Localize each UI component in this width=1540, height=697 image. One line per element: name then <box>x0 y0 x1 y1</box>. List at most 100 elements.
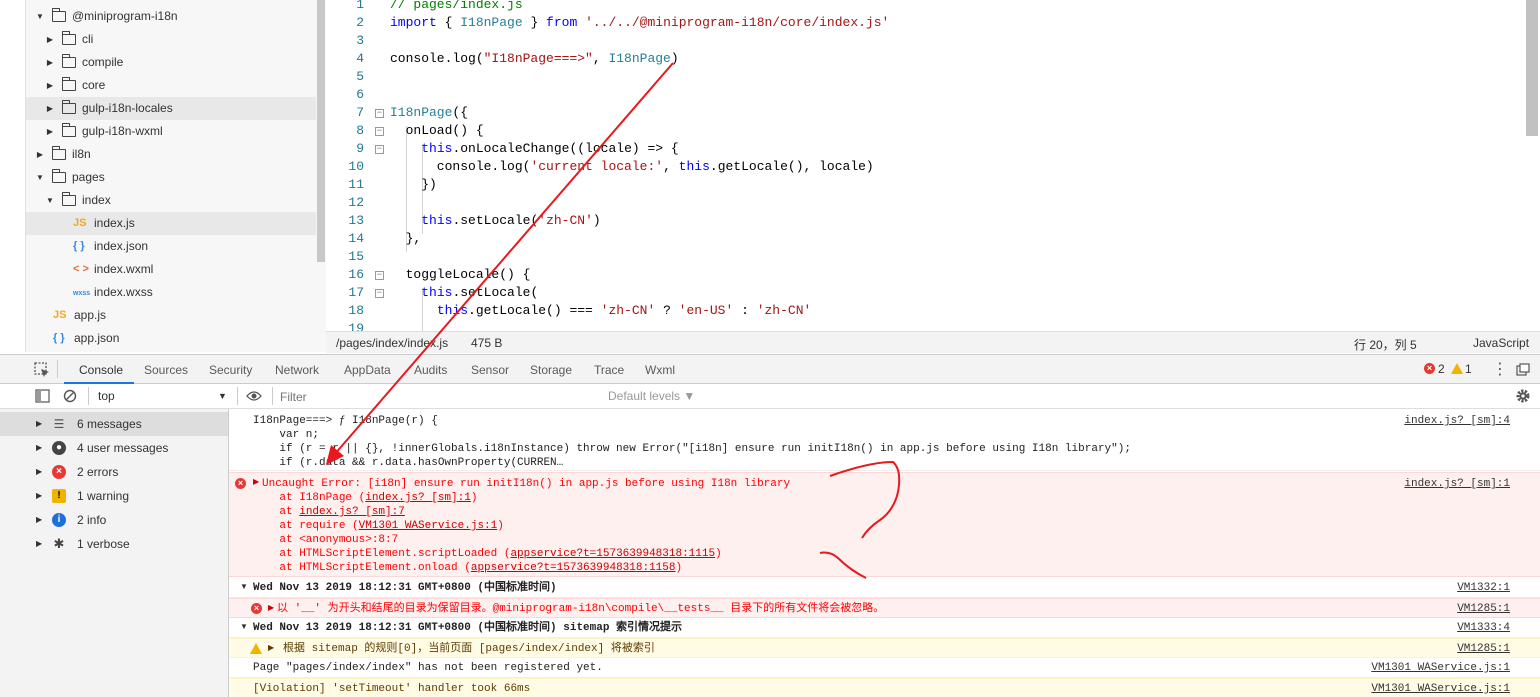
sidebar-filter-bug[interactable]: ▶ ✱ 1 verbose <box>0 532 228 556</box>
expand-arrow-icon[interactable]: ▶ <box>268 643 274 652</box>
chevron-right-icon[interactable]: ▶ <box>45 74 55 97</box>
code-line[interactable]: 10 console.log('current locale:', this.g… <box>326 158 1526 176</box>
sidebar-filter-user[interactable]: ▶ ● 4 user messages <box>0 436 228 460</box>
tree-item-index-json[interactable]: { } index.json <box>26 235 316 258</box>
tree-item-index[interactable]: ▼ index <box>26 189 316 212</box>
sidebar-filter-info[interactable]: ▶ i 2 info <box>0 508 228 532</box>
tab-appdata[interactable]: AppData <box>344 363 391 377</box>
chevron-right-icon[interactable]: ▶ <box>36 436 42 460</box>
tree-item-index-js[interactable]: JS index.js <box>26 212 316 235</box>
code-line[interactable]: 2 import { I18nPage } from '../../@minipr… <box>326 14 1526 32</box>
source-link[interactable]: VM1285:1 <box>1457 602 1510 616</box>
code-line[interactable]: 9 − this.onLocaleChange((locale) => { <box>326 140 1526 158</box>
code-line[interactable]: 4 console.log("I18nPage===>", I18nPage) <box>326 50 1526 68</box>
chevron-right-icon[interactable]: ▶ <box>36 484 42 508</box>
console-violation-entry[interactable]: [Violation] 'setTimeout' handler took 66… <box>229 678 1540 697</box>
tree-item-index-wxss[interactable]: wxss index.wxss <box>26 281 316 304</box>
stack-frame-link[interactable]: appservice?t=1573639948318:1115 <box>510 548 715 560</box>
fold-toggle-icon[interactable]: − <box>375 271 384 280</box>
error-count[interactable]: 2 <box>1438 362 1445 376</box>
tree-item-gulp-i18n-locales[interactable]: ▶ gulp-i18n-locales <box>26 97 316 120</box>
sidebar-toggle-icon[interactable] <box>35 389 50 403</box>
tab-console[interactable]: Console <box>79 363 123 377</box>
chevron-right-icon[interactable]: ▶ <box>36 532 42 556</box>
sidebar-filter-error[interactable]: ▶ × 2 errors <box>0 460 228 484</box>
code-line[interactable]: 15 <box>326 248 1526 266</box>
file-explorer-scrollbar[interactable] <box>317 0 325 262</box>
tree-item-cli[interactable]: ▶ cli <box>26 28 316 51</box>
gear-icon[interactable] <box>1515 388 1531 404</box>
tree-item-app-js[interactable]: JS app.js <box>26 304 316 327</box>
more-options-icon[interactable]: ⋮ <box>1492 359 1508 379</box>
code-line[interactable]: 13 this.setLocale('zh-CN') <box>326 212 1526 230</box>
cursor-position[interactable]: 行 20，列 5 <box>1354 336 1417 353</box>
source-link[interactable]: VM1285:1 <box>1457 642 1510 656</box>
expand-arrow-icon[interactable]: ▶ <box>253 477 259 486</box>
code-line[interactable]: 14 }, <box>326 230 1526 248</box>
source-link[interactable]: index.js? [sm]:4 <box>1404 414 1510 428</box>
stack-frame-link[interactable]: appservice?t=1573639948318:1158 <box>471 562 676 574</box>
tree-item-miniprogram-i18n[interactable]: ▼ @miniprogram-i18n <box>26 5 316 28</box>
chevron-right-icon[interactable]: ▶ <box>45 97 55 120</box>
console-error-entry[interactable]: × ▶ Uncaught Error: [i18n] ensure run in… <box>229 472 1540 577</box>
expand-arrow-icon[interactable]: ▶ <box>268 603 274 612</box>
sidebar-filter-list[interactable]: ▶ ☰ 6 messages <box>0 412 228 436</box>
code-line[interactable]: 7 − I18nPage({ <box>326 104 1526 122</box>
chevron-down-icon[interactable]: ▼ <box>35 5 45 28</box>
code-line[interactable]: 3 <box>326 32 1526 50</box>
tree-item-compile[interactable]: ▶ compile <box>26 51 316 74</box>
tree-item-core[interactable]: ▶ core <box>26 74 316 97</box>
clear-console-icon[interactable] <box>63 389 77 403</box>
warning-count[interactable]: 1 <box>1465 362 1472 376</box>
chevron-down-icon[interactable]: ▼ <box>35 166 45 189</box>
tab-wxml[interactable]: Wxml <box>645 363 675 377</box>
code-line[interactable]: 17 − this.setLocale( <box>326 284 1526 302</box>
console-warning-entry[interactable]: ▶ 根据 sitemap 的规则[0]，当前页面 [pages/index/in… <box>229 638 1540 658</box>
sidebar-filter-warning[interactable]: ▶! 1 warning <box>0 484 228 508</box>
code-line[interactable]: 11 }) <box>326 176 1526 194</box>
fold-toggle-icon[interactable]: − <box>375 109 384 118</box>
chevron-right-icon[interactable]: ▶ <box>45 28 55 51</box>
tab-sources[interactable]: Sources <box>144 363 188 377</box>
stack-frame-link[interactable]: VM1301 WAService.js:1 <box>359 520 498 532</box>
chevron-right-icon[interactable]: ▶ <box>45 120 55 143</box>
tab-storage[interactable]: Storage <box>530 363 572 377</box>
collapse-arrow-icon[interactable]: ▼ <box>240 582 248 591</box>
tab-network[interactable]: Network <box>275 363 319 377</box>
code-line[interactable]: 6 <box>326 86 1526 104</box>
code-line[interactable]: 5 <box>326 68 1526 86</box>
tree-item-app-json[interactable]: { } app.json <box>26 327 316 350</box>
chevron-right-icon[interactable]: ▶ <box>36 460 42 484</box>
chevron-down-icon[interactable]: ▼ <box>45 189 55 212</box>
tree-item-gulp-i18n-wxml[interactable]: ▶ gulp-i18n-wxml <box>26 120 316 143</box>
code-line[interactable]: 18 this.getLocale() === 'zh-CN' ? 'en-US… <box>326 302 1526 320</box>
tab-trace[interactable]: Trace <box>594 363 624 377</box>
collapse-arrow-icon[interactable]: ▼ <box>240 622 248 631</box>
chevron-down-icon[interactable]: ▼ <box>218 391 227 401</box>
eye-icon[interactable] <box>246 390 262 402</box>
tab-sensor[interactable]: Sensor <box>471 363 509 377</box>
tab-audits[interactable]: Audits <box>414 363 447 377</box>
tree-item-index-wxml[interactable]: < > index.wxml <box>26 258 316 281</box>
console-log-entry[interactable]: I18nPage===> ƒ I18nPage(r) { var n; if (… <box>229 409 1540 471</box>
stack-frame-link[interactable]: index.js? [sm]:7 <box>299 506 405 518</box>
tab-security[interactable]: Security <box>209 363 252 377</box>
source-link[interactable]: VM1301 WAService.js:1 <box>1371 661 1510 675</box>
console-group-header[interactable]: ▼ Wed Nov 13 2019 18:12:31 GMT+0800 (中国标… <box>229 578 1540 598</box>
tree-item-il8n[interactable]: ▶ il8n <box>26 143 316 166</box>
code-line[interactable]: 19 <box>326 320 1526 331</box>
code-editor[interactable]: 1 // pages/index.js 2 import { I18nPage } f… <box>326 0 1540 331</box>
source-link[interactable]: VM1333:4 <box>1457 621 1510 635</box>
chevron-right-icon[interactable]: ▶ <box>35 143 45 166</box>
code-line[interactable]: 8 − onLoad() { <box>326 122 1526 140</box>
editor-scrollbar[interactable] <box>1526 0 1538 136</box>
code-line[interactable]: 16 − toggleLocale() { <box>326 266 1526 284</box>
source-link[interactable]: VM1301 WAService.js:1 <box>1371 682 1510 696</box>
context-selector[interactable]: top <box>98 389 115 403</box>
tree-item-pages[interactable]: ▼ pages <box>26 166 316 189</box>
code-line[interactable]: 12 <box>326 194 1526 212</box>
console-error-entry[interactable]: × ▶ 以 '__' 为开头和结尾的目录为保留目录。@miniprogram-i… <box>229 598 1540 618</box>
console-group-header[interactable]: ▼ Wed Nov 13 2019 18:12:31 GMT+0800 (中国标… <box>229 618 1540 638</box>
fold-toggle-icon[interactable]: − <box>375 127 384 136</box>
stack-frame-link[interactable]: index.js? [sm]:1 <box>365 492 471 504</box>
